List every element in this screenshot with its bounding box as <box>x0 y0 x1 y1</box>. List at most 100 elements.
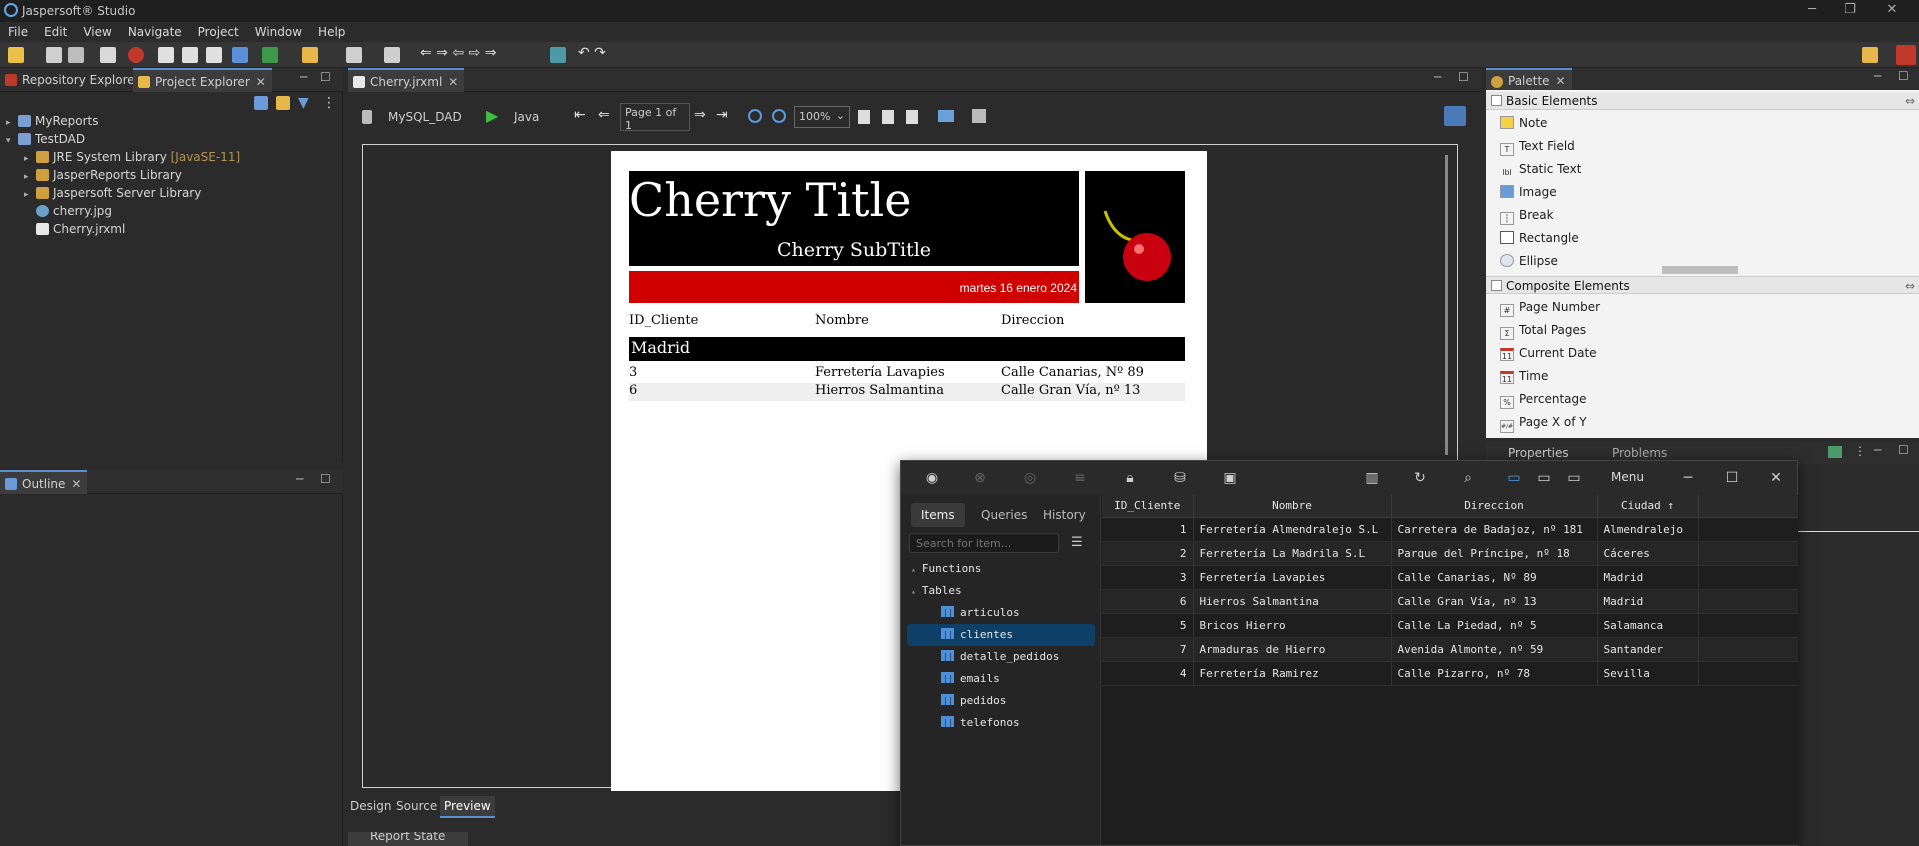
column-header[interactable]: Direccion <box>1391 495 1598 518</box>
menu-edit[interactable]: Edit <box>36 22 75 42</box>
table-cell[interactable]: Ferretería La Madrila S.L <box>1193 541 1392 566</box>
table-cell[interactable]: Madrid <box>1597 565 1699 590</box>
perspective-icon[interactable] <box>550 47 566 63</box>
prev-page-icon[interactable]: ⇐ <box>598 107 610 123</box>
table-cell[interactable]: Madrid <box>1597 589 1699 614</box>
export-icon[interactable] <box>346 47 362 63</box>
table-cell[interactable]: 2 <box>1102 541 1194 566</box>
save-all-icon[interactable] <box>68 47 84 63</box>
run-report-icon[interactable]: ▶ <box>486 106 498 125</box>
table-cell[interactable]: Sevilla <box>1597 661 1699 686</box>
maximize-editor-icon[interactable]: ☐ <box>1458 70 1469 84</box>
pin-icon[interactable]: ⇔ <box>1905 92 1915 110</box>
table-cell[interactable]: Calle La Piedad, nº 5 <box>1391 613 1598 638</box>
search-icon[interactable]: ⌕ <box>1459 469 1477 487</box>
minimize-editor-icon[interactable]: ─ <box>1434 70 1441 84</box>
table-row[interactable]: 5 Bricos Hierro Calle La Piedad, nº 5 Salam… <box>1102 613 1798 638</box>
minimize-view-icon[interactable]: ─ <box>296 472 303 486</box>
table-cell[interactable]: Salamanca <box>1597 613 1699 638</box>
minimize-view-icon[interactable]: ─ <box>1874 443 1881 457</box>
table-row[interactable]: 4 Ferretería Ramirez Calle Pizarro, nº 78 S… <box>1102 661 1798 686</box>
palette-item-time[interactable]: 11 Time <box>1500 367 1548 386</box>
first-page-icon[interactable]: ⇤ <box>574 107 586 123</box>
view-menu-icon[interactable]: ⋮ <box>1854 444 1866 458</box>
next-page-icon[interactable]: ⇒ <box>694 107 706 123</box>
table-item-telefonos[interactable]: telefonos <box>941 713 1020 733</box>
new-adapter-icon[interactable] <box>182 47 198 63</box>
table-cell[interactable]: 7 <box>1102 637 1194 662</box>
properties-action-icon[interactable] <box>1828 446 1842 458</box>
new-report-icon[interactable] <box>158 47 174 63</box>
palette-item-text-field[interactable]: T Text Field <box>1500 137 1575 156</box>
table-cell[interactable]: Armaduras de Hierro <box>1193 637 1392 662</box>
layout-bottom-icon[interactable]: ▭ <box>1535 469 1553 487</box>
actual-size-icon[interactable] <box>906 110 918 124</box>
table-cell[interactable]: Almendralejo <box>1597 517 1699 542</box>
table-item-articulos[interactable]: articulos <box>941 603 1020 623</box>
close-icon[interactable]: ✕ <box>1872 2 1912 17</box>
brush-icon[interactable] <box>302 47 318 63</box>
table-cell[interactable]: Carretera de Badajoz, nº 181 <box>1391 517 1598 542</box>
database-icon[interactable]: ⛁ <box>1171 469 1189 487</box>
run-icon[interactable] <box>232 47 248 63</box>
table-cell[interactable]: 6 <box>1102 589 1194 614</box>
tree-functions[interactable]: ▴ Functions <box>911 559 981 579</box>
sql-icon[interactable]: ▣ <box>1221 469 1239 487</box>
new-icon[interactable] <box>8 47 24 63</box>
compile-icon[interactable] <box>206 47 222 63</box>
zoom-select[interactable]: 100% ⌄ <box>794 106 850 128</box>
search-items-input[interactable] <box>909 533 1059 553</box>
menu-help[interactable]: Help <box>310 22 353 42</box>
table-cell[interactable]: Avenida Almonte, nº 59 <box>1391 637 1598 662</box>
palette-item-current-date[interactable]: 11 Current Date <box>1500 344 1597 363</box>
undo-redo-icon[interactable]: ↶ ↷ <box>578 45 606 61</box>
tab-problems[interactable]: Problems <box>1612 446 1667 460</box>
minimize-view-icon[interactable]: ─ <box>300 70 307 84</box>
tab-source[interactable]: Source <box>396 799 437 813</box>
record-icon[interactable] <box>128 47 144 63</box>
tab-preview[interactable]: Preview <box>440 796 495 818</box>
minimize-icon[interactable]: ─ <box>1679 469 1697 487</box>
jaspersoft-perspective-icon[interactable] <box>1896 45 1916 65</box>
tree-item-myreports[interactable]: ▸ MyReports <box>6 112 99 130</box>
collapse-all-icon[interactable] <box>254 96 268 110</box>
tree-item-jasperreports-lib[interactable]: ▸ JasperReports Library <box>24 166 182 184</box>
filter-options-icon[interactable]: ☰ <box>1071 535 1083 550</box>
restore-icon[interactable]: ❐ <box>1830 2 1870 17</box>
vertical-scrollbar[interactable] <box>1445 155 1448 455</box>
close-tab-icon[interactable]: ✕ <box>1556 70 1566 92</box>
last-page-icon[interactable]: ⇥ <box>716 107 728 123</box>
tab-outline[interactable]: Outline ✕ <box>0 470 88 494</box>
chart-icon[interactable]: ▥ <box>1363 469 1381 487</box>
table-cell[interactable]: Parque del Príncipe, nº 18 <box>1391 541 1598 566</box>
column-header[interactable]: Ciudad ↑ <box>1597 495 1699 518</box>
palette-item-rectangle[interactable]: Rectangle <box>1500 229 1579 248</box>
lock-icon[interactable]: 🔒︎ <box>1121 469 1139 487</box>
collapse-icon[interactable]: ▾ <box>6 132 18 150</box>
layout-right-icon[interactable]: ▭ <box>1565 469 1583 487</box>
column-header[interactable]: Nombre <box>1193 495 1392 518</box>
maximize-view-icon[interactable]: ☐ <box>320 472 331 486</box>
minimize-view-icon[interactable]: ─ <box>1874 69 1881 83</box>
table-row[interactable]: 1 Ferretería Almendralejo S.L Carretera de… <box>1102 517 1798 542</box>
pin-icon[interactable]: ⇔ <box>1905 277 1915 295</box>
table-cell[interactable]: Ferretería Lavapies <box>1193 565 1392 590</box>
table-cell[interactable]: Santander <box>1597 637 1699 662</box>
maximize-view-icon[interactable]: ☐ <box>320 70 331 84</box>
layout-left-icon[interactable]: ▭ <box>1505 469 1523 487</box>
report-state-tab[interactable]: Report State <box>348 832 468 846</box>
table-cell[interactable]: Calle Canarias, Nº 89 <box>1391 565 1598 590</box>
tab-items[interactable]: Items <box>911 503 965 527</box>
tab-queries[interactable]: Queries <box>971 503 1037 527</box>
table-cell[interactable]: 1 <box>1102 517 1194 542</box>
tree-tables[interactable]: ▴ Tables <box>911 581 962 601</box>
tab-history[interactable]: History <box>1033 503 1096 527</box>
column-header[interactable]: ID_Cliente <box>1102 495 1194 518</box>
tab-design[interactable]: Design <box>350 799 391 813</box>
palette-item-total-pages[interactable]: Σ Total Pages <box>1500 321 1586 340</box>
composite-elements-header[interactable]: Composite Elements ⇔ <box>1486 276 1919 294</box>
layout-icon[interactable] <box>384 47 400 63</box>
menu-project[interactable]: Project <box>190 22 247 42</box>
tree-item-jre[interactable]: ▸ JRE System Library [JavaSE-11] <box>24 148 240 166</box>
table-row[interactable]: 3 Ferretería Lavapies Calle Canarias, Nº 8… <box>1102 565 1798 590</box>
